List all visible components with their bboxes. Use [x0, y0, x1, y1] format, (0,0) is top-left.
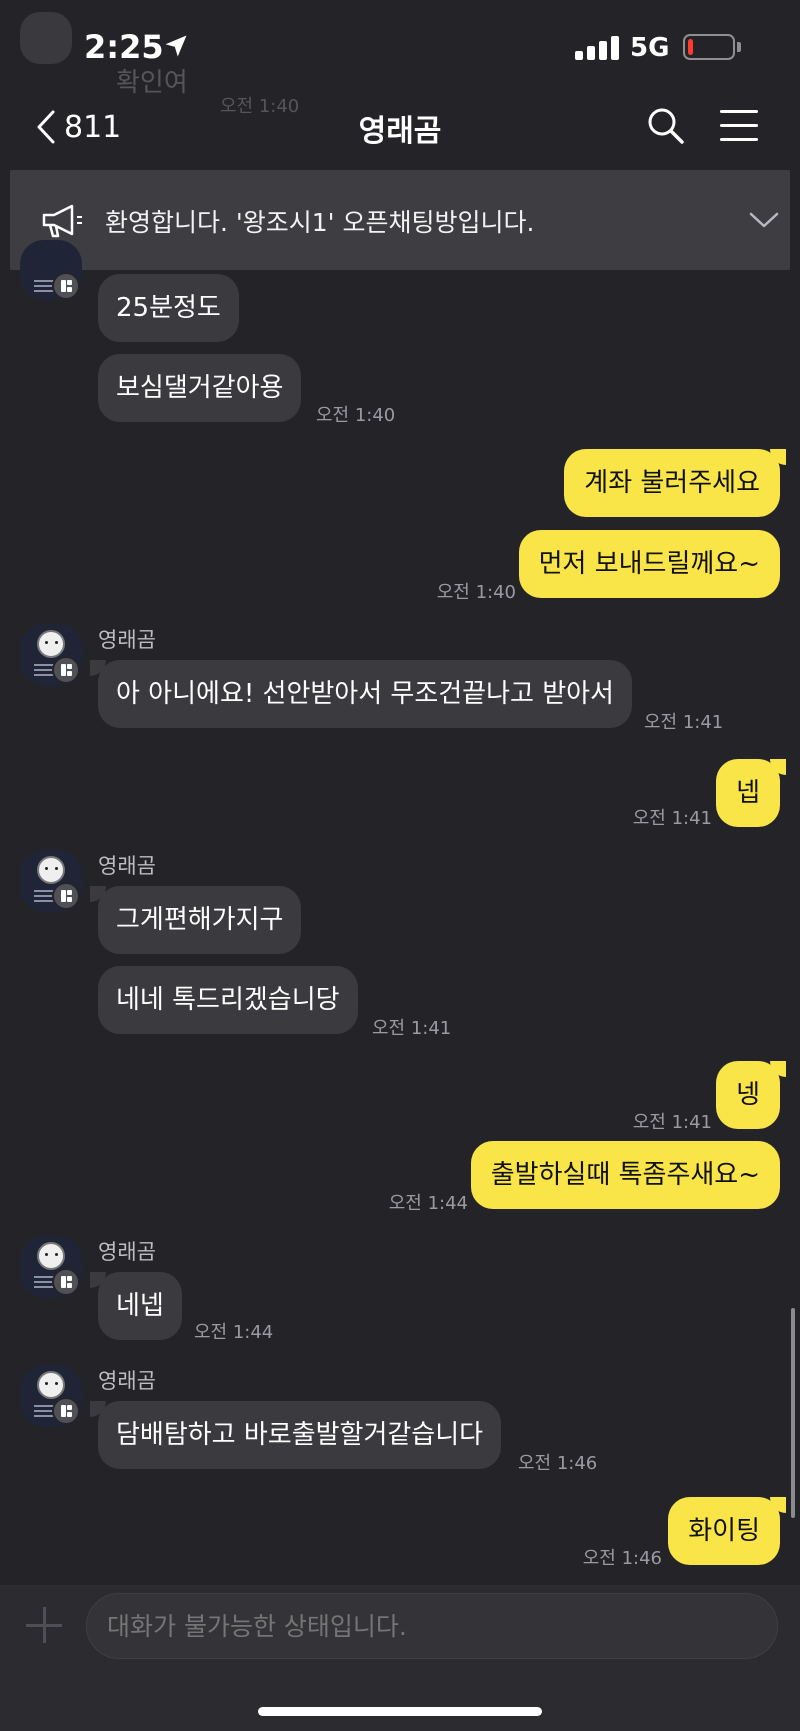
message-timestamp: 오전 1:41 [632, 1112, 712, 1133]
status-bar: 2:25 5G [0, 0, 800, 92]
message-bubble-incoming[interactable]: 네네 톡드리겠습니당 [98, 966, 358, 1034]
message-bubble-incoming[interactable]: 네넵 [98, 1272, 182, 1340]
message-timestamp: 오전 1:41 [372, 1018, 452, 1039]
message-timestamp: 오전 1:44 [388, 1193, 468, 1214]
signal-strength-icon [575, 36, 619, 60]
sender-name: 영래곰 [98, 1369, 156, 1393]
message-bubble-outgoing[interactable]: 넹 [716, 1061, 780, 1129]
message-timestamp: 오전 1:46 [582, 1548, 662, 1569]
notice-banner[interactable]: 환영합니다. '왕조시1' 오픈채팅방입니다. [10, 170, 790, 270]
plus-icon[interactable] [26, 1607, 62, 1643]
chevron-down-icon[interactable] [748, 208, 780, 232]
chat-header: 811 영래곰 [0, 92, 800, 162]
sender-name: 영래곰 [98, 628, 156, 652]
message-bubble-outgoing[interactable]: 먼저 보내드릴께요~ [518, 530, 780, 598]
back-button[interactable]: 811 [36, 104, 121, 150]
message-bubble-incoming[interactable]: 25분정도 [98, 274, 239, 342]
message-timestamp: 오전 1:41 [644, 712, 724, 733]
message-bubble-outgoing[interactable]: 넵 [716, 759, 780, 827]
hamburger-menu-icon[interactable] [720, 108, 760, 144]
message-bubble-outgoing[interactable]: 계좌 불러주세요 [564, 449, 780, 517]
status-time: 2:25 [84, 28, 164, 66]
sender-name: 영래곰 [98, 1240, 156, 1264]
location-arrow-icon [165, 35, 187, 57]
profile-badge-icon [52, 272, 80, 300]
message-bubble-outgoing[interactable]: 화이팅 [668, 1497, 780, 1565]
message-timestamp: 오전 1:46 [518, 1453, 598, 1474]
message-timestamp: 오전 1:40 [316, 405, 396, 426]
battery-tip [737, 42, 741, 52]
profile-badge-icon [52, 656, 80, 684]
search-icon[interactable] [646, 106, 686, 146]
megaphone-icon [42, 204, 82, 238]
message-bubble-incoming[interactable]: 그게편해가지구 [98, 886, 302, 954]
profile-badge-icon [52, 882, 80, 910]
profile-badge-icon [52, 1268, 80, 1296]
message-timestamp: 오전 1:41 [632, 808, 712, 829]
unread-count: 811 [64, 109, 122, 145]
profile-badge-icon [52, 1397, 80, 1425]
message-bubble-incoming[interactable]: 보심댈거같아용 [98, 354, 302, 422]
sender-name: 영래곰 [98, 854, 156, 878]
network-type: 5G [630, 33, 670, 63]
message-bubble-incoming[interactable]: 담배탐하고 바로출발할거같습니다 [98, 1401, 502, 1469]
scrollbar[interactable] [791, 1308, 795, 1518]
home-indicator [258, 1707, 542, 1716]
battery-icon [683, 34, 735, 60]
message-timestamp: 오전 1:40 [436, 582, 516, 603]
message-bubble-incoming[interactable]: 아 아니에요! 선안받아서 무조건끝나고 받아서 [98, 660, 632, 728]
message-timestamp: 오전 1:44 [194, 1322, 274, 1343]
notice-text: 환영합니다. '왕조시1' 오픈채팅방입니다. [105, 208, 535, 237]
message-bubble-outgoing[interactable]: 출발하실때 톡좀주새요~ [470, 1141, 780, 1209]
message-input[interactable] [86, 1593, 778, 1659]
battery-level [688, 39, 693, 55]
chevron-left-icon [37, 110, 55, 144]
